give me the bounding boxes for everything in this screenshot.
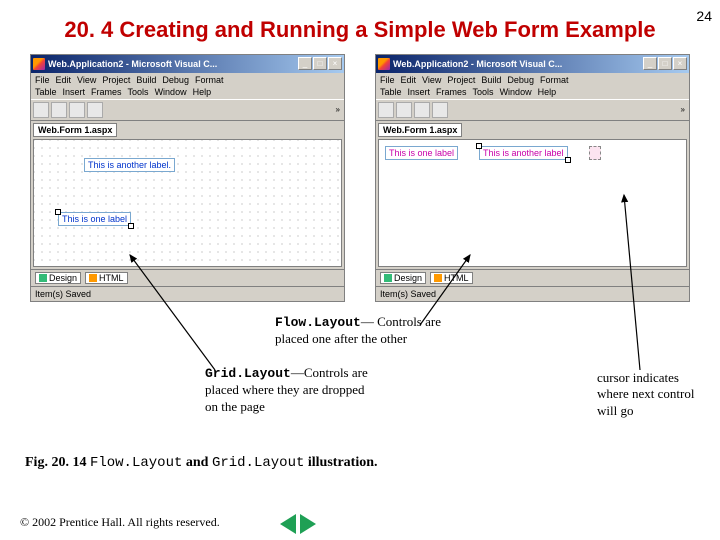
- menu-insert[interactable]: Insert: [63, 87, 86, 97]
- design-icon: [39, 274, 47, 282]
- menu-build[interactable]: Build: [136, 75, 156, 85]
- maximize-button[interactable]: □: [658, 57, 672, 70]
- menu-debug[interactable]: Debug: [162, 75, 189, 85]
- tab-design[interactable]: Design: [35, 272, 81, 284]
- menu-frames[interactable]: Frames: [91, 87, 122, 97]
- menu-project[interactable]: Project: [102, 75, 130, 85]
- view-tabs: Design HTML: [31, 269, 344, 286]
- menu-table[interactable]: Table: [380, 87, 402, 97]
- menu-tools[interactable]: Tools: [128, 87, 149, 97]
- toolbar-button[interactable]: [414, 102, 430, 118]
- status-bar: Item(s) Saved: [376, 286, 689, 301]
- copyright: © 2002 Prentice Hall. All rights reserve…: [20, 515, 220, 530]
- titlebar: Web.Application2 - Microsoft Visual C...…: [376, 55, 689, 73]
- design-icon: [384, 274, 392, 282]
- nav-triangles: [280, 514, 316, 534]
- window-title: Web.Application2 - Microsoft Visual C...: [48, 59, 295, 69]
- vs-icon: [33, 58, 45, 70]
- close-button[interactable]: ×: [673, 57, 687, 70]
- close-button[interactable]: ×: [328, 57, 342, 70]
- toolbar-chevron-icon[interactable]: »: [336, 105, 342, 114]
- design-surface-flow[interactable]: This is one label This is another label: [378, 139, 687, 267]
- toolbar-button[interactable]: [69, 102, 85, 118]
- next-slide-icon[interactable]: [300, 514, 316, 534]
- menu-tools[interactable]: Tools: [473, 87, 494, 97]
- tab-html[interactable]: HTML: [430, 272, 473, 284]
- page-title: 20. 4 Creating and Running a Simple Web …: [0, 0, 720, 54]
- menu-window[interactable]: Window: [500, 87, 532, 97]
- menu-table[interactable]: Table: [35, 87, 57, 97]
- toolbar: »: [31, 99, 344, 121]
- html-icon: [89, 274, 97, 282]
- minimize-button[interactable]: _: [643, 57, 657, 70]
- toolbar-chevron-icon[interactable]: »: [681, 105, 687, 114]
- menubar-row1: File Edit View Project Build Debug Forma…: [376, 73, 689, 87]
- document-tab[interactable]: Web.Form 1.aspx: [33, 123, 117, 137]
- tab-design[interactable]: Design: [380, 272, 426, 284]
- vs-window-flowlayout: Web.Application2 - Microsoft Visual C...…: [375, 54, 690, 302]
- titlebar: Web.Application2 - Microsoft Visual C...…: [31, 55, 344, 73]
- view-tabs: Design HTML: [376, 269, 689, 286]
- toolbar-button[interactable]: [51, 102, 67, 118]
- toolbar-button[interactable]: [378, 102, 394, 118]
- screenshot-pair: Web.Application2 - Microsoft Visual C...…: [0, 54, 720, 302]
- status-bar: Item(s) Saved: [31, 286, 344, 301]
- menu-format[interactable]: Format: [540, 75, 569, 85]
- minimize-button[interactable]: _: [298, 57, 312, 70]
- vs-window-gridlayout: Web.Application2 - Microsoft Visual C...…: [30, 54, 345, 302]
- annotation-cursor: cursor indicates where next control will…: [597, 370, 712, 419]
- menu-file[interactable]: File: [35, 75, 50, 85]
- label-control-one[interactable]: This is one label: [385, 146, 458, 160]
- menu-help[interactable]: Help: [193, 87, 212, 97]
- menu-help[interactable]: Help: [538, 87, 557, 97]
- menubar-row2: Table Insert Frames Tools Window Help: [376, 87, 689, 99]
- menu-view[interactable]: View: [422, 75, 441, 85]
- tab-html[interactable]: HTML: [85, 272, 128, 284]
- html-icon: [434, 274, 442, 282]
- menu-project[interactable]: Project: [447, 75, 475, 85]
- menu-debug[interactable]: Debug: [507, 75, 534, 85]
- annotation-flowlayout: Flow.Layout— Controls are placed one aft…: [275, 314, 445, 348]
- menu-edit[interactable]: Edit: [56, 75, 72, 85]
- toolbar: »: [376, 99, 689, 121]
- design-surface-grid[interactable]: This is another label. This is one label: [33, 139, 342, 267]
- figure-caption: Fig. 20. 14 Flow.Layout and Grid.Layout …: [25, 455, 378, 471]
- prev-slide-icon[interactable]: [280, 514, 296, 534]
- label-control-another[interactable]: This is another label.: [84, 158, 175, 172]
- window-title: Web.Application2 - Microsoft Visual C...: [393, 59, 640, 69]
- menu-window[interactable]: Window: [155, 87, 187, 97]
- toolbar-button[interactable]: [432, 102, 448, 118]
- label-control-one-selected[interactable]: This is one label: [58, 212, 131, 226]
- page-number: 24: [696, 8, 712, 24]
- menu-view[interactable]: View: [77, 75, 96, 85]
- menubar-row2: Table Insert Frames Tools Window Help: [31, 87, 344, 99]
- document-tab[interactable]: Web.Form 1.aspx: [378, 123, 462, 137]
- toolbar-button[interactable]: [87, 102, 103, 118]
- menu-format[interactable]: Format: [195, 75, 224, 85]
- menu-insert[interactable]: Insert: [408, 87, 431, 97]
- menu-file[interactable]: File: [380, 75, 395, 85]
- toolbar-button[interactable]: [33, 102, 49, 118]
- insertion-cursor: [589, 146, 601, 160]
- menu-edit[interactable]: Edit: [401, 75, 417, 85]
- toolbar-button[interactable]: [396, 102, 412, 118]
- menu-build[interactable]: Build: [481, 75, 501, 85]
- maximize-button[interactable]: □: [313, 57, 327, 70]
- menu-frames[interactable]: Frames: [436, 87, 467, 97]
- label-control-another-selected[interactable]: This is another label: [479, 146, 568, 160]
- annotation-gridlayout: Grid.Layout—Controls are placed where th…: [205, 365, 370, 415]
- vs-icon: [378, 58, 390, 70]
- menubar-row1: File Edit View Project Build Debug Forma…: [31, 73, 344, 87]
